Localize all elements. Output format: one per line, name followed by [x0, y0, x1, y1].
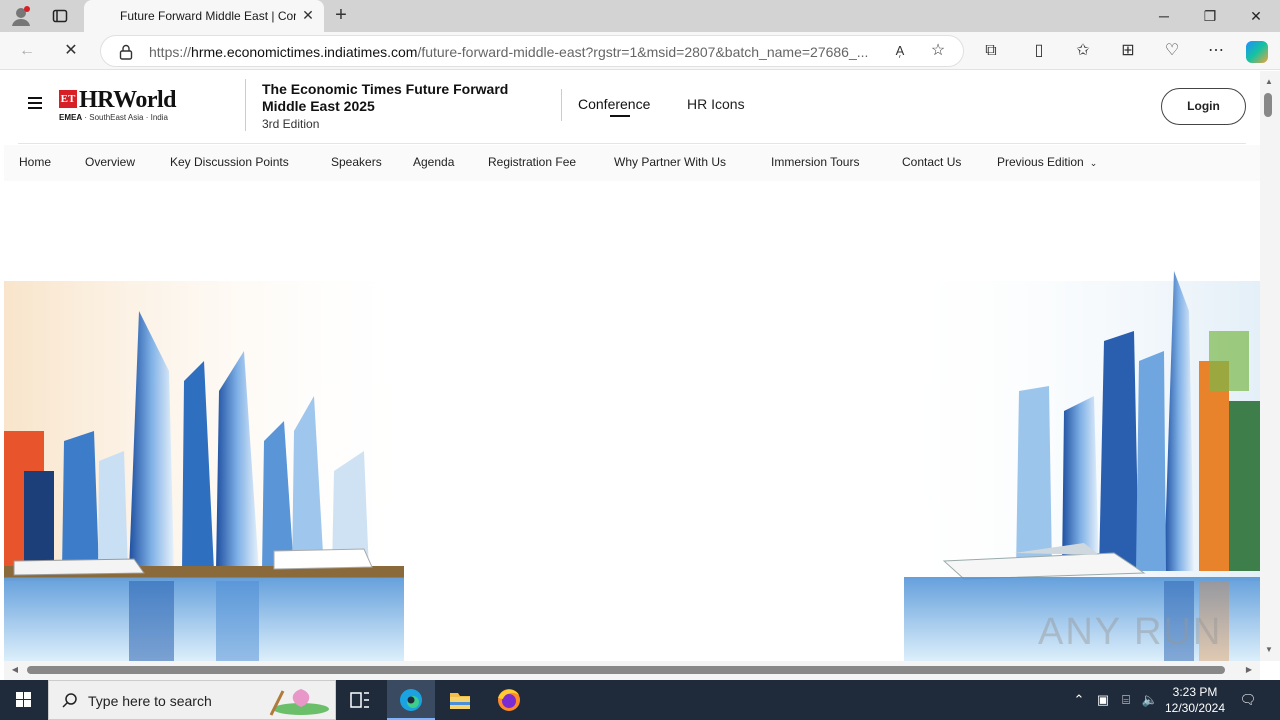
subnav-registration-fee[interactable]: Registration Fee [488, 155, 576, 169]
subnav-immersion-tours[interactable]: Immersion Tours [771, 155, 859, 169]
scroll-left-icon[interactable]: ◀ [10, 665, 20, 675]
favorite-star-icon[interactable]: ☆ [925, 38, 951, 64]
copilot-icon[interactable] [1246, 41, 1268, 63]
restore-button[interactable]: ❐ [1190, 4, 1230, 28]
windows-taskbar: Type here to search ⌃ ▣ ⌸ 🔈 3:23 PM 12/3… [0, 680, 1280, 720]
new-tab-button[interactable]: + [330, 5, 352, 27]
file-explorer-icon[interactable] [436, 680, 484, 720]
nav-conference[interactable]: Conference [578, 96, 650, 112]
minimize-button[interactable]: ─ [1144, 4, 1184, 28]
header-separator [18, 143, 1246, 144]
subnav-previous-edition[interactable]: Previous Edition ⌄ [997, 155, 1097, 169]
start-button[interactable] [0, 680, 48, 720]
tab-close-icon[interactable]: ✕ [300, 7, 316, 23]
edge-taskbar-icon[interactable] [387, 680, 435, 720]
chevron-down-icon: ⌄ [1089, 158, 1098, 168]
event-title: The Economic Times Future Forward Middle… [262, 81, 509, 114]
logo-badge: ET [59, 90, 77, 108]
notifications-icon[interactable]: 🗨 [1238, 690, 1258, 710]
stop-loading-icon[interactable]: ✕ [58, 38, 84, 64]
site-info-icon[interactable] [119, 44, 133, 60]
horizontal-scrollbar[interactable]: ◀ ▶ [4, 661, 1260, 680]
login-button[interactable]: Login [1161, 88, 1246, 125]
subnav-home[interactable]: Home [19, 155, 51, 169]
logo-brand: HRWorld [79, 87, 177, 113]
menu-icon[interactable] [28, 97, 42, 109]
close-window-button[interactable]: ✕ [1236, 4, 1276, 28]
subnav-contact-us[interactable]: Contact Us [902, 155, 961, 169]
scroll-right-icon[interactable]: ▶ [1244, 665, 1254, 675]
split-screen-icon[interactable]: ▯ [1026, 38, 1052, 64]
subnav-overview[interactable]: Overview [85, 155, 135, 169]
nav-active-indicator [610, 115, 630, 117]
search-highlight-icon [261, 685, 333, 717]
horizontal-scroll-thumb[interactable] [27, 666, 1225, 674]
search-icon [61, 692, 79, 710]
firefox-icon[interactable] [485, 680, 533, 720]
header-divider [561, 89, 562, 121]
hero-banner: ANY RUN [4, 181, 1260, 661]
collections-icon[interactable]: ⊞ [1115, 38, 1141, 64]
read-aloud-icon[interactable]: A᷊ [887, 38, 913, 64]
task-view-icon[interactable] [336, 680, 384, 720]
watermark-logo: ANY RUN [1038, 611, 1223, 653]
scroll-down-icon[interactable]: ▼ [1264, 645, 1274, 655]
browser-toolbar: ← ✕ https://hrme.economictimes.indiatime… [0, 32, 1280, 70]
site-header: ET HRWorld EMEA · SouthEast Asia · India… [4, 71, 1260, 141]
event-edition: 3rd Edition [262, 117, 320, 131]
clock-time: 3:23 PM [1172, 685, 1218, 699]
extensions-icon[interactable]: ⧉ [978, 38, 1004, 64]
favorites-icon[interactable]: ✩ [1070, 38, 1096, 64]
windows-logo-icon [16, 692, 31, 707]
logo-regions: EMEA · SouthEast Asia · India [59, 113, 168, 122]
tab-actions-icon[interactable] [52, 8, 68, 24]
browser-essentials-icon[interactable]: ♡ [1159, 38, 1185, 64]
browser-tab-strip: Future Forward Middle East | Cor ✕ + ─ ❐… [0, 0, 1280, 32]
network-icon[interactable]: ⌸ [1116, 690, 1136, 710]
header-divider [245, 79, 246, 131]
show-hidden-icons-icon[interactable]: ⌃ [1069, 690, 1089, 710]
clock[interactable]: 3:23 PM 12/30/2024 [1160, 684, 1230, 716]
url-text[interactable]: https://hrme.economictimes.indiatimes.co… [149, 44, 879, 60]
subnav-agenda[interactable]: Agenda [413, 155, 454, 169]
sub-navigation: Home Overview Key Discussion Points Spea… [4, 145, 1260, 181]
hero-city-illustration [4, 271, 1260, 661]
subnav-key-discussion-points[interactable]: Key Discussion Points [170, 155, 289, 169]
volume-icon[interactable]: 🔈 [1140, 690, 1160, 710]
scroll-up-icon[interactable]: ▲ [1264, 77, 1274, 87]
tab-loading-icon [96, 9, 110, 23]
web-page: ET HRWorld EMEA · SouthEast Asia · India… [4, 71, 1260, 661]
taskbar-search[interactable]: Type here to search [48, 680, 336, 720]
clock-date: 12/30/2024 [1164, 701, 1226, 715]
profile-icon[interactable] [10, 5, 32, 27]
back-icon[interactable]: ← [14, 38, 40, 64]
vertical-scroll-thumb[interactable] [1264, 93, 1272, 117]
nav-hr-icons[interactable]: HR Icons [687, 96, 745, 112]
vertical-scrollbar[interactable]: ▲ ▼ [1260, 71, 1280, 661]
browser-tab-active[interactable]: Future Forward Middle East | Cor ✕ [84, 0, 324, 32]
hrworld-logo[interactable]: ET HRWorld EMEA · SouthEast Asia · India [59, 87, 199, 127]
subnav-speakers[interactable]: Speakers [331, 155, 382, 169]
settings-more-icon[interactable]: ⋯ [1203, 38, 1229, 64]
subnav-why-partner[interactable]: Why Partner With Us [614, 155, 726, 169]
tab-title: Future Forward Middle East | Cor [120, 9, 296, 23]
search-placeholder: Type here to search [88, 693, 212, 709]
address-bar[interactable]: https://hrme.economictimes.indiatimes.co… [100, 35, 964, 67]
device-icon[interactable]: ▣ [1093, 690, 1113, 710]
